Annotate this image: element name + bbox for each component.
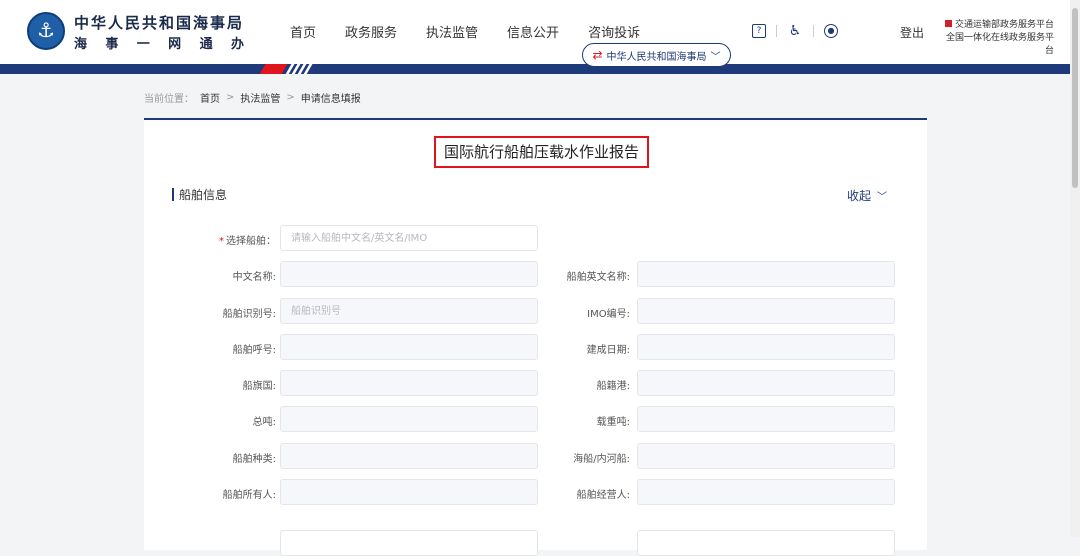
nav-consult-complaint[interactable]: 咨询投诉 xyxy=(588,22,640,41)
main-nav: 首页 政务服务 执法监管 信息公开 咨询投诉 xyxy=(290,22,669,41)
select-ship-input[interactable] xyxy=(280,225,538,251)
band-stripe-red xyxy=(256,64,290,74)
field-label-port-registry: 船籍港: xyxy=(596,381,630,392)
breadcrumb: 当前位置： 首页 > 执法监管 > 申请信息填报 xyxy=(144,90,361,105)
cn-name-field[interactable] xyxy=(280,261,538,287)
select-ship-label: * 选择船舶： xyxy=(219,232,276,247)
select-ship-label-text: 选择船舶： xyxy=(226,236,276,247)
field-label-build-date: 建成日期: xyxy=(586,345,630,356)
deadweight-field[interactable] xyxy=(637,406,895,432)
divider xyxy=(813,25,814,37)
operator-field[interactable] xyxy=(637,479,895,505)
logo-sub-char: 一 xyxy=(136,37,150,52)
page-scrollbar[interactable] xyxy=(1070,0,1080,537)
field-label-flag-state: 船旗国: xyxy=(242,381,276,392)
logo-sub-char: 通 xyxy=(199,37,213,52)
logo-title: 中华人民共和国海事局 xyxy=(74,14,245,32)
breadcrumb-prefix: 当前位置： xyxy=(144,94,194,105)
platform-line1: 交通运输部政务服务平台 xyxy=(954,20,1054,30)
accessibility-icon[interactable]: ♿ xyxy=(787,23,803,39)
divider xyxy=(776,25,777,37)
flag-state-field[interactable] xyxy=(280,370,538,396)
logo-sub-char: 办 xyxy=(230,37,244,52)
scrollbar-thumb[interactable] xyxy=(1072,8,1078,188)
field-label-imo: IMO编号: xyxy=(587,309,630,320)
logo-sub-char: 网 xyxy=(168,37,182,52)
user-icon[interactable]: ● xyxy=(824,24,838,38)
sea-inland-field[interactable] xyxy=(637,443,895,469)
ship-id-field[interactable] xyxy=(280,298,538,324)
chevron-down-icon: ﹀ xyxy=(710,51,721,63)
logo-sub-char: 事 xyxy=(105,37,119,52)
chevron-right-icon: > xyxy=(286,92,295,103)
breadcrumb-home[interactable]: 首页 xyxy=(200,90,220,105)
section-marker xyxy=(172,188,174,201)
nav-home[interactable]: 首页 xyxy=(290,22,316,41)
platform-link-mot[interactable]: 交通运输部政务服务平台 xyxy=(942,19,1054,32)
chevron-down-icon: ﹀ xyxy=(877,192,888,203)
field-label-owner: 船舶所有人: xyxy=(222,490,276,501)
breadcrumb-enforcement[interactable]: 执法监管 xyxy=(240,90,280,105)
chevron-right-icon: > xyxy=(226,92,235,103)
nav-info-disclosure[interactable]: 信息公开 xyxy=(507,22,559,41)
field-label-operator: 船舶经营人: xyxy=(576,490,630,501)
port-registry-field[interactable] xyxy=(637,370,895,396)
next-row-field-right[interactable] xyxy=(637,530,895,556)
anchor-icon: ⚓ xyxy=(37,18,55,42)
collapse-toggle[interactable]: 收起 ﹀ xyxy=(847,187,887,204)
owner-field[interactable] xyxy=(280,479,538,505)
gross-tonnage-field[interactable] xyxy=(280,406,538,432)
msa-emblem-logo[interactable]: ⚓ xyxy=(27,12,65,50)
logo-sub-char: 海 xyxy=(74,37,88,52)
red-square-icon xyxy=(944,20,952,27)
platform-link-national[interactable]: 全国一体化在线政务服务平台 xyxy=(942,32,1054,58)
field-label-ship-id: 船舶识别号: xyxy=(222,309,276,320)
en-name-field[interactable] xyxy=(637,261,895,287)
site-header: ⚓ 中华人民共和国海事局 海 事 一 网 通 办 首页 政务服务 执法监管 信息… xyxy=(0,0,1070,64)
next-row-field-left[interactable] xyxy=(280,530,538,556)
org-dropdown-label: 中华人民共和国海事局 xyxy=(606,51,707,63)
field-label-ship-type: 船舶种类: xyxy=(232,454,276,465)
nav-enforcement[interactable]: 执法监管 xyxy=(426,22,478,41)
field-label-callsign: 船舶呼号: xyxy=(232,345,276,356)
required-mark: * xyxy=(219,236,224,247)
help-icon[interactable]: ? xyxy=(752,24,766,38)
org-dropdown[interactable]: ⇄ 中华人民共和国海事局 ﹀ xyxy=(582,43,731,67)
collapse-label: 收起 xyxy=(847,189,872,203)
field-label-deadweight: 载重吨: xyxy=(596,417,630,428)
platform-links: 交通运输部政务服务平台 全国一体化在线政务服务平台 xyxy=(942,19,1054,58)
header-band xyxy=(0,64,1070,74)
logo-subtitle: 海 事 一 网 通 办 xyxy=(74,33,244,52)
build-date-field[interactable] xyxy=(637,334,895,360)
swap-icon: ⇄ xyxy=(592,48,603,62)
field-label-sea-inland: 海船/内河船: xyxy=(573,454,630,465)
ship-type-field[interactable] xyxy=(280,443,538,469)
header-tools: ? ♿ ● xyxy=(752,23,838,39)
logout-link[interactable]: 登出 xyxy=(900,24,924,41)
nav-gov-services[interactable]: 政务服务 xyxy=(345,22,397,41)
section-title-ship-info: 船舶信息 xyxy=(179,188,228,202)
breadcrumb-current: 申请信息填报 xyxy=(300,94,361,105)
imo-field[interactable] xyxy=(637,298,895,324)
callsign-field[interactable] xyxy=(280,334,538,360)
field-label-gross-tonnage: 总吨: xyxy=(252,417,276,428)
page-title: 国际航行船舶压载水作业报告 xyxy=(434,136,650,168)
field-label-cn-name: 中文名称: xyxy=(232,272,276,283)
form-card: 国际航行船舶压载水作业报告 船舶信息 收起 ﹀ *选择船舶： 中文名称: 船舶英文… xyxy=(144,118,927,556)
field-label-en-name: 船舶英文名称: xyxy=(566,272,630,283)
